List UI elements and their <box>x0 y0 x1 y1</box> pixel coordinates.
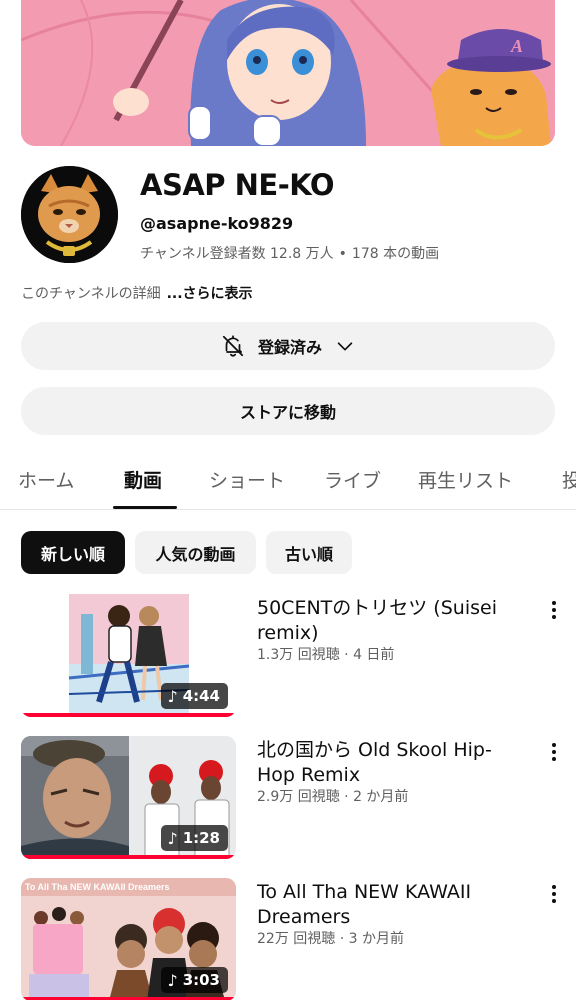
tab-home[interactable]: ホーム <box>18 466 74 493</box>
sort-chip-oldest[interactable]: 古い順 <box>266 531 352 574</box>
watch-progress-bar <box>21 855 236 859</box>
show-more-link[interactable]: ...さらに表示 <box>167 286 253 302</box>
tab-posts[interactable]: 投 <box>562 466 576 493</box>
video-duration: ♪ 3:03 <box>161 967 228 993</box>
video-item[interactable]: ♪ 1:28 北の国から Old Skool Hip-Hop Remix 2.9… <box>0 736 576 864</box>
cat-avatar-image <box>21 166 118 263</box>
channel-description[interactable]: このチャンネルの詳細 ...さらに表示 <box>21 283 253 303</box>
video-meta: 2.9万 回視聴 · 2 か月前 <box>257 789 409 805</box>
bell-off-icon <box>220 333 246 359</box>
video-item[interactable]: ♪ 4:44 50CENTのトリセツ (Suisei remix) 1.3万 回… <box>0 594 576 722</box>
sort-chip-newest[interactable]: 新しい順 <box>21 531 125 574</box>
channel-handle: @asapne-ko9829 <box>140 214 294 233</box>
duration-text: 3:03 <box>182 971 220 989</box>
tab-playlists[interactable]: 再生リスト <box>418 466 513 493</box>
duration-text: 1:28 <box>182 829 220 847</box>
channel-avatar[interactable] <box>21 166 118 263</box>
more-options-icon[interactable] <box>544 740 564 764</box>
banner-artwork: A <box>21 0 555 146</box>
video-thumbnail[interactable]: ♪ 4:44 <box>21 594 236 717</box>
subscribed-label: 登録済み <box>257 338 322 357</box>
channel-banner: A <box>21 0 555 146</box>
video-item[interactable]: To All Tha NEW KAWAII Dreamers ♪ 3:03 To… <box>0 878 576 1000</box>
watch-progress-bar <box>21 713 236 717</box>
video-meta: 22万 回視聴 · 3 か月前 <box>257 931 404 947</box>
video-thumbnail[interactable]: To All Tha NEW KAWAII Dreamers ♪ 3:03 <box>21 878 236 1000</box>
description-text: このチャンネルの詳細 <box>21 286 161 302</box>
tab-videos[interactable]: 動画 <box>124 466 162 493</box>
chevron-down-icon <box>334 335 356 357</box>
sort-chip-popular[interactable]: 人気の動画 <box>135 531 256 574</box>
subscribed-button[interactable]: 登録済み <box>21 322 555 370</box>
video-thumbnail[interactable]: ♪ 1:28 <box>21 736 236 859</box>
more-options-icon[interactable] <box>544 598 564 622</box>
video-duration: ♪ 4:44 <box>161 683 228 709</box>
thumbnail-caption: To All Tha NEW KAWAII Dreamers <box>25 882 170 892</box>
music-note-icon: ♪ <box>167 828 178 848</box>
more-options-icon[interactable] <box>544 882 564 906</box>
duration-text: 4:44 <box>182 687 220 705</box>
channel-tabs: ホーム 動画 ショート ライブ 再生リスト 投 <box>0 452 576 510</box>
go-to-store-button[interactable]: ストアに移動 <box>21 387 555 435</box>
music-note-icon: ♪ <box>167 686 178 706</box>
active-tab-indicator <box>113 506 177 509</box>
channel-stats: チャンネル登録者数 12.8 万人 • 178 本の動画 <box>140 243 439 263</box>
video-title[interactable]: 北の国から Old Skool Hip-Hop Remix <box>257 738 519 788</box>
store-label: ストアに移動 <box>239 403 336 422</box>
video-title[interactable]: 50CENTのトリセツ (Suisei remix) <box>257 596 519 646</box>
music-note-icon: ♪ <box>167 970 178 990</box>
video-title[interactable]: To All Tha NEW KAWAII Dreamers <box>257 880 519 930</box>
video-meta: 1.3万 回視聴 · 4 日前 <box>257 647 395 663</box>
tab-shorts[interactable]: ショート <box>209 466 285 493</box>
channel-name: ASAP NE-KO <box>140 168 335 202</box>
subscriber-count: チャンネル登録者数 12.8 万人 <box>140 246 334 262</box>
stats-separator: • <box>338 246 347 262</box>
video-duration: ♪ 1:28 <box>161 825 228 851</box>
tab-live[interactable]: ライブ <box>324 466 381 493</box>
video-count: 178 本の動画 <box>351 246 440 262</box>
svg-text:A: A <box>510 36 523 56</box>
